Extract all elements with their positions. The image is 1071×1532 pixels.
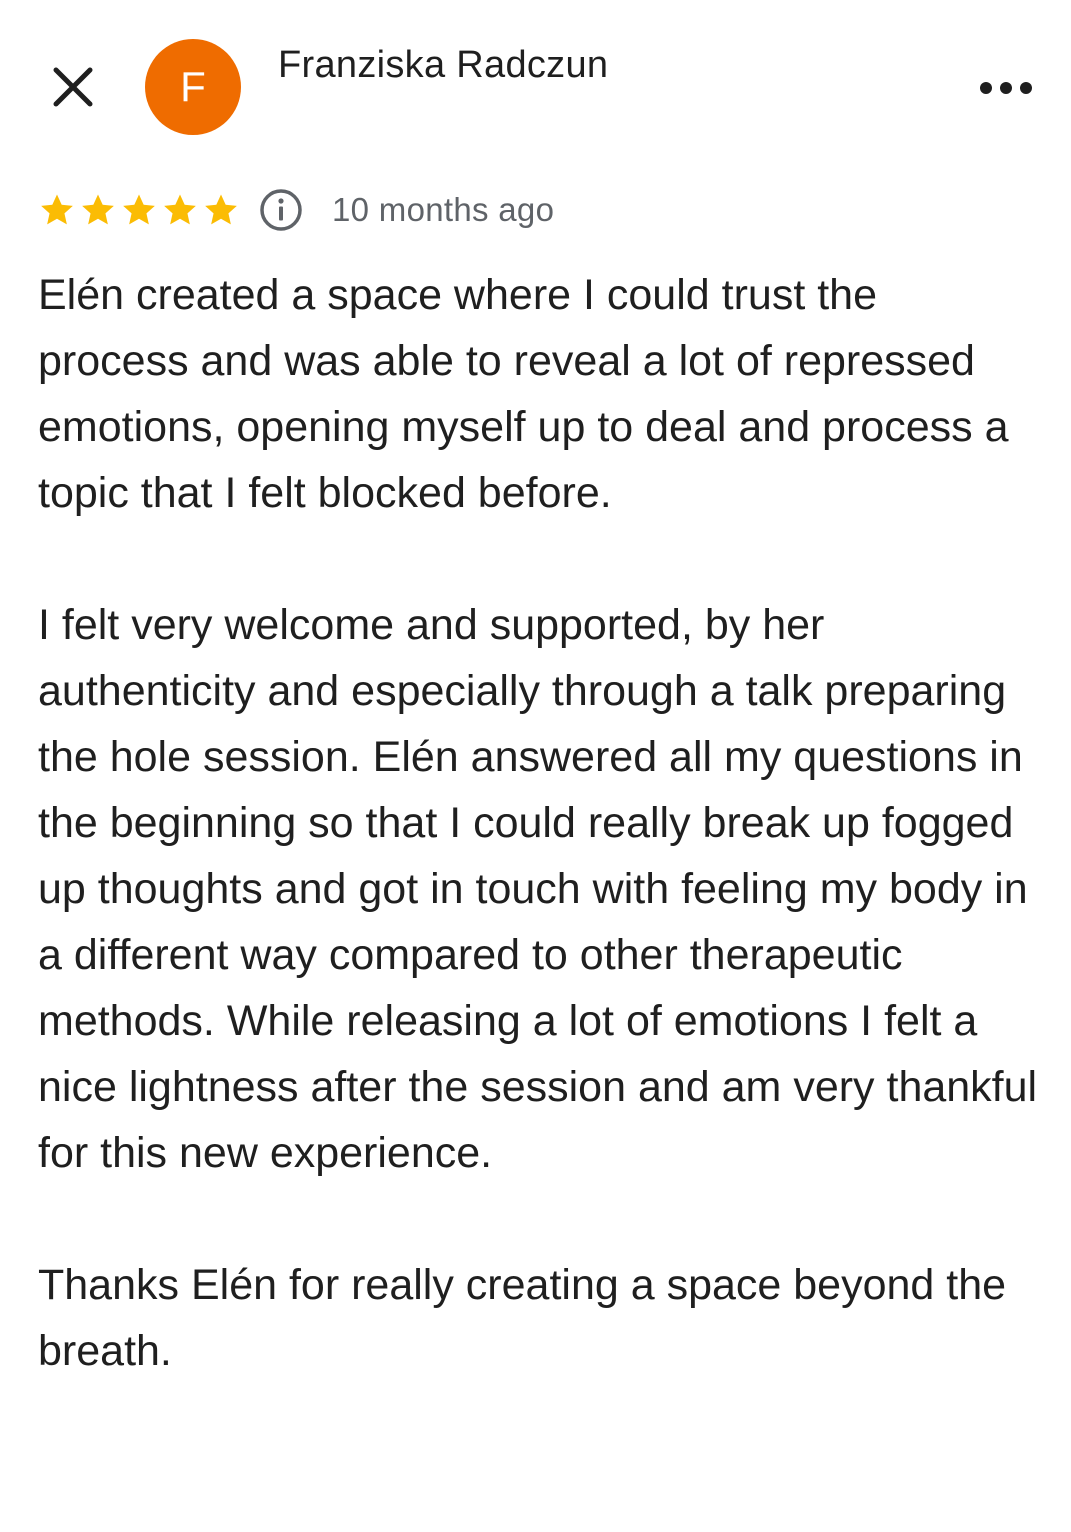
star-rating	[38, 191, 240, 229]
star-icon	[202, 191, 240, 229]
more-horizontal-icon	[980, 82, 1032, 94]
info-icon	[260, 189, 302, 231]
info-button[interactable]	[258, 187, 304, 233]
more-options-button[interactable]	[974, 70, 1038, 106]
review-paragraph: Elén created a space where I could trust…	[38, 271, 1009, 517]
review-paragraph: Thanks Elén for really creating a space …	[38, 1261, 1007, 1375]
star-icon	[79, 191, 117, 229]
review-paragraph: I felt very welcome and supported, by he…	[38, 601, 1038, 1177]
review-meta: 10 months ago	[38, 186, 554, 234]
star-icon	[38, 191, 76, 229]
review-header: F Franziska Radczun	[0, 0, 1071, 150]
avatar[interactable]: F	[145, 39, 241, 135]
close-icon	[53, 67, 93, 107]
star-icon	[120, 191, 158, 229]
review-timestamp: 10 months ago	[332, 191, 555, 228]
author-name[interactable]: Franziska Radczun	[278, 42, 608, 88]
star-icon	[161, 191, 199, 229]
close-button[interactable]	[44, 58, 102, 116]
review-text: Elén created a space where I could trust…	[38, 262, 1038, 1384]
